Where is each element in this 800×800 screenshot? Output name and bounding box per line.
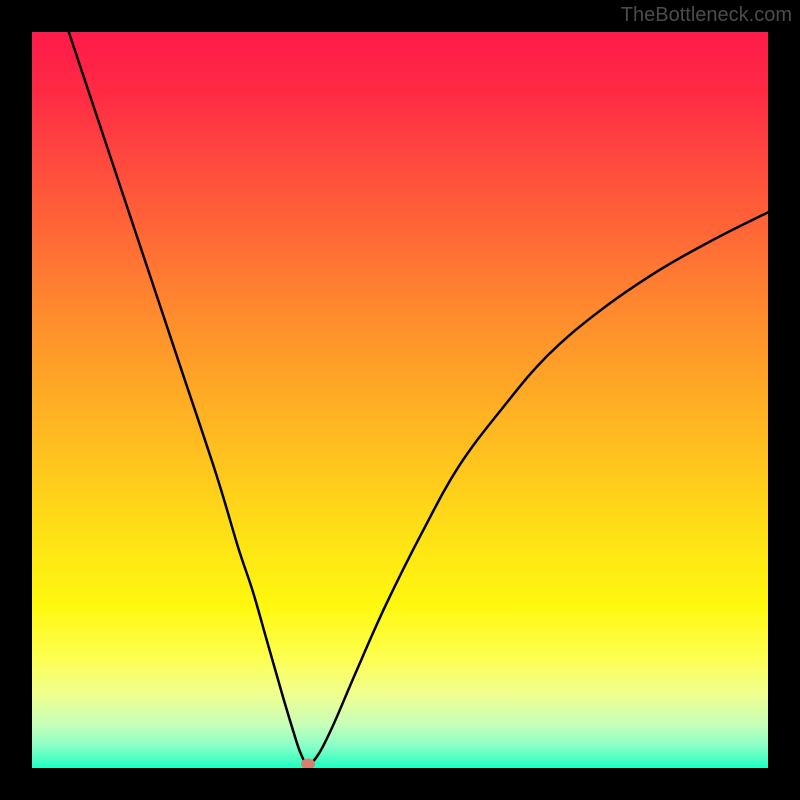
bottleneck-curve	[69, 32, 768, 764]
plot-area	[32, 32, 768, 768]
watermark-text: TheBottleneck.com	[621, 4, 792, 27]
chart-frame: TheBottleneck.com	[0, 0, 800, 800]
curve-layer	[32, 32, 768, 768]
minimum-marker	[301, 759, 315, 768]
